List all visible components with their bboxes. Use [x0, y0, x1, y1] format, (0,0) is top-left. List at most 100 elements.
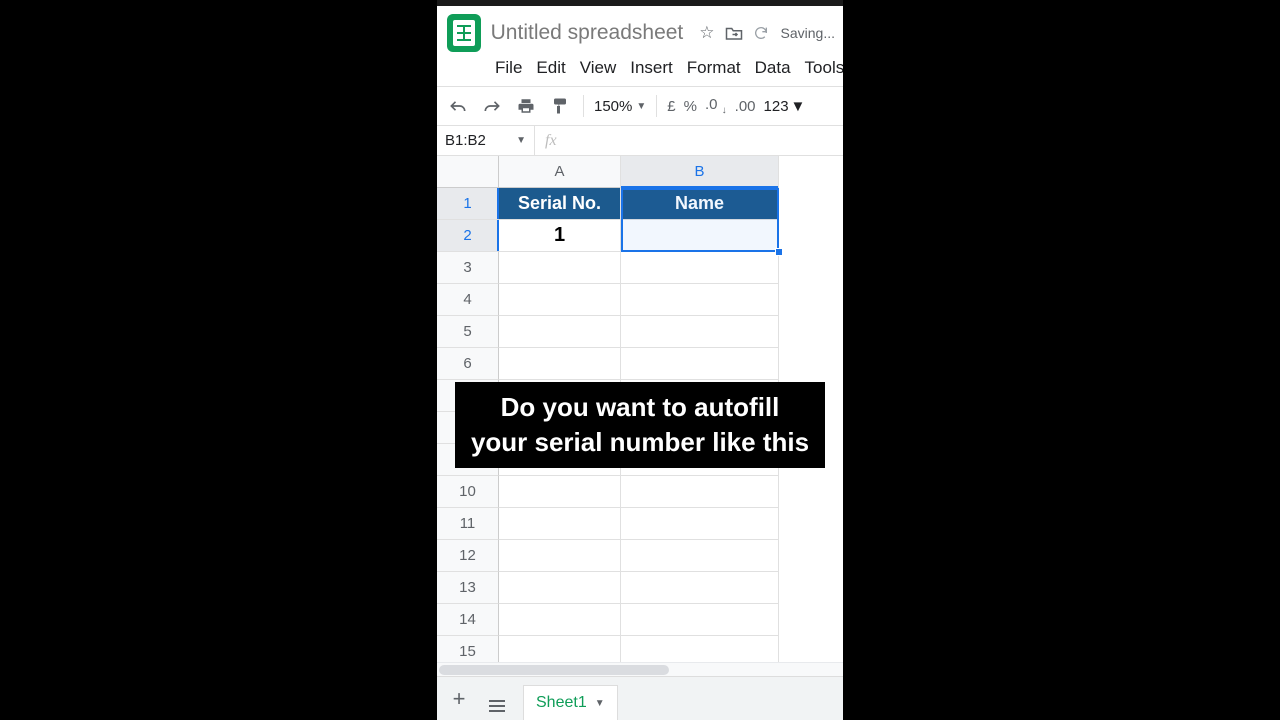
zoom-value: 150%: [594, 98, 632, 115]
row-13: 13: [437, 572, 843, 604]
toolbar-divider: [656, 95, 657, 117]
video-caption: Do you want to autofill your serial numb…: [455, 382, 825, 468]
cell[interactable]: [621, 604, 779, 636]
app-window: Untitled spreadsheet ☆ Saving... File Ed…: [437, 0, 843, 720]
row-header[interactable]: 1: [437, 188, 499, 220]
cell-A2[interactable]: 1: [499, 220, 621, 252]
sheets-app-icon[interactable]: [447, 14, 481, 52]
sheet-tab-label: Sheet1: [536, 694, 587, 712]
horizontal-scrollbar[interactable]: [437, 662, 843, 676]
cell[interactable]: [499, 540, 621, 572]
menu-data[interactable]: Data: [755, 58, 791, 78]
hamburger-icon: [489, 700, 505, 712]
cell-B2[interactable]: [621, 220, 779, 252]
column-header-B[interactable]: B: [621, 156, 779, 188]
cell[interactable]: [621, 572, 779, 604]
row-header[interactable]: 13: [437, 572, 499, 604]
sheet-tab-bar: + Sheet1 ▼: [437, 676, 843, 720]
cell[interactable]: [499, 284, 621, 316]
percent-button[interactable]: %: [684, 98, 697, 115]
row-header[interactable]: 2: [437, 220, 499, 252]
row-3: 3: [437, 252, 843, 284]
cell[interactable]: [621, 540, 779, 572]
decrease-decimal-button[interactable]: .0 ↓: [705, 96, 727, 116]
zoom-select[interactable]: 150% ▼: [594, 98, 646, 115]
column-header-A[interactable]: A: [499, 156, 621, 188]
cell[interactable]: [499, 348, 621, 380]
title-bar: Untitled spreadsheet ☆ Saving...: [437, 6, 843, 52]
column-headers: A B: [499, 156, 843, 188]
title-actions: ☆ Saving...: [699, 23, 835, 43]
dec-dec-label: .0: [705, 96, 718, 113]
toolbar: 150% ▼ £ % .0 ↓ .00 123 ▼: [437, 86, 843, 126]
formula-input[interactable]: [567, 126, 843, 155]
chevron-down-icon: ▼: [595, 698, 605, 709]
print-button[interactable]: [513, 93, 539, 119]
cell[interactable]: [499, 316, 621, 348]
redo-button[interactable]: [479, 93, 505, 119]
menu-view[interactable]: View: [580, 58, 617, 78]
sheet-tab-sheet1[interactable]: Sheet1 ▼: [523, 685, 618, 720]
chevron-down-icon: ▼: [636, 101, 646, 112]
cell-B1[interactable]: Name: [621, 188, 779, 220]
increase-decimal-button[interactable]: .00: [735, 98, 756, 115]
chevron-down-icon: ▼: [791, 98, 806, 115]
row-11: 11: [437, 508, 843, 540]
sync-icon: [753, 25, 769, 41]
fill-handle[interactable]: [775, 248, 783, 256]
formula-bar-row: B1:B2 ▼ fx: [437, 126, 843, 156]
move-folder-icon[interactable]: [725, 25, 743, 41]
row-14: 14: [437, 604, 843, 636]
cell-A1[interactable]: Serial No.: [499, 188, 621, 220]
cell[interactable]: [499, 572, 621, 604]
row-header[interactable]: 12: [437, 540, 499, 572]
cell[interactable]: [621, 252, 779, 284]
cell[interactable]: [499, 604, 621, 636]
menu-format[interactable]: Format: [687, 58, 741, 78]
cell[interactable]: [499, 476, 621, 508]
number-format-select[interactable]: 123 ▼: [764, 98, 806, 115]
row-6: 6: [437, 348, 843, 380]
row-header[interactable]: 6: [437, 348, 499, 380]
sheets-glyph: [453, 20, 475, 46]
cell[interactable]: [621, 476, 779, 508]
undo-button[interactable]: [445, 93, 471, 119]
chevron-down-icon: ▼: [516, 135, 526, 146]
menu-bar: File Edit View Insert Format Data Tools: [437, 52, 843, 86]
row-header[interactable]: 5: [437, 316, 499, 348]
row-header[interactable]: 14: [437, 604, 499, 636]
name-box-value: B1:B2: [445, 132, 486, 149]
add-sheet-button[interactable]: +: [447, 686, 471, 712]
fx-label: fx: [535, 132, 567, 150]
star-icon[interactable]: ☆: [699, 23, 714, 43]
cell[interactable]: [499, 252, 621, 284]
cell[interactable]: [621, 284, 779, 316]
numfmt-label: 123: [764, 98, 789, 115]
save-status: Saving...: [781, 25, 835, 41]
cell[interactable]: [499, 508, 621, 540]
menu-tools[interactable]: Tools: [805, 58, 843, 78]
select-all-corner[interactable]: [437, 156, 499, 188]
menu-insert[interactable]: Insert: [630, 58, 673, 78]
name-box[interactable]: B1:B2 ▼: [437, 126, 535, 155]
currency-button[interactable]: £: [667, 98, 675, 115]
row-header[interactable]: 4: [437, 284, 499, 316]
row-header[interactable]: 10: [437, 476, 499, 508]
cell[interactable]: [621, 316, 779, 348]
row-header[interactable]: 11: [437, 508, 499, 540]
toolbar-divider: [583, 95, 584, 117]
row-4: 4: [437, 284, 843, 316]
row-12: 12: [437, 540, 843, 572]
cell[interactable]: [621, 348, 779, 380]
menu-file[interactable]: File: [495, 58, 522, 78]
row-5: 5: [437, 316, 843, 348]
menu-edit[interactable]: Edit: [536, 58, 565, 78]
row-header[interactable]: 3: [437, 252, 499, 284]
row-10: 10: [437, 476, 843, 508]
row-1: 1 Serial No. Name: [437, 188, 843, 220]
paint-format-button[interactable]: [547, 93, 573, 119]
all-sheets-button[interactable]: [485, 685, 509, 712]
cell[interactable]: [621, 508, 779, 540]
scrollbar-thumb[interactable]: [439, 665, 669, 675]
document-title[interactable]: Untitled spreadsheet: [491, 21, 684, 45]
